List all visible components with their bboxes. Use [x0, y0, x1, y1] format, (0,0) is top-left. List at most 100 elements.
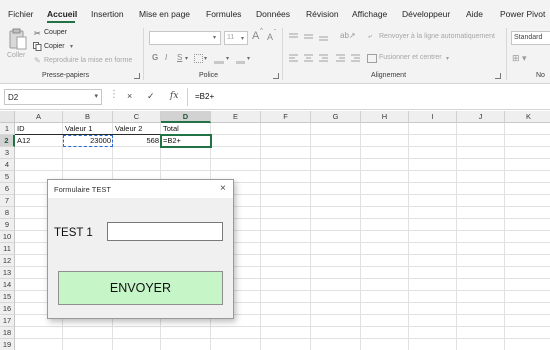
cancel-icon[interactable]: ×: [127, 91, 132, 101]
tab-mise-en-page[interactable]: Mise en page: [139, 9, 190, 19]
tab-insertion[interactable]: Insertion: [91, 9, 124, 19]
merge-dropdown-icon[interactable]: ▾: [446, 55, 449, 64]
cell-b1[interactable]: Valeur 1: [63, 123, 113, 135]
column-header-j[interactable]: J: [457, 111, 505, 123]
row-header-8[interactable]: 8: [0, 207, 15, 219]
test1-label: TEST 1: [54, 227, 93, 239]
italic-button[interactable]: I: [165, 53, 167, 62]
tab-accueil[interactable]: Accueil: [47, 9, 77, 19]
clipboard-launcher-icon[interactable]: [134, 73, 140, 79]
copy-dropdown-icon[interactable]: ▾: [70, 43, 73, 52]
column-header-i[interactable]: I: [409, 111, 457, 123]
row-header-9[interactable]: 9: [0, 219, 15, 231]
dialog-title-bar[interactable]: Formulaire TEST ×: [48, 180, 233, 198]
shrink-font-button[interactable]: A: [267, 32, 273, 42]
font-size-field[interactable]: 11 ▾: [224, 31, 248, 45]
row-header-19[interactable]: 19: [0, 339, 15, 350]
paste-button[interactable]: Coller: [6, 28, 30, 64]
formula-input[interactable]: =B2+: [191, 89, 547, 105]
cell-c2[interactable]: 568: [113, 135, 161, 147]
close-icon[interactable]: ×: [220, 183, 226, 194]
tab-aide[interactable]: Aide: [466, 9, 483, 19]
row-header-18[interactable]: 18: [0, 327, 15, 339]
row-header-15[interactable]: 15: [0, 291, 15, 303]
orientation-icon[interactable]: ab↗: [340, 31, 356, 40]
row-header-1[interactable]: 1: [0, 123, 15, 135]
font-name-dropdown-icon[interactable]: ▾: [213, 34, 216, 43]
row-header-17[interactable]: 17: [0, 315, 15, 327]
active-cell-border: [160, 134, 212, 148]
grow-font-button[interactable]: A: [252, 30, 259, 42]
row-header-3[interactable]: 3: [0, 147, 15, 159]
wrap-text-button[interactable]: Renvoyer à la ligne automatiquement: [379, 33, 495, 40]
format-painter-button[interactable]: Reproduire la mise en forme: [44, 57, 132, 64]
name-box[interactable]: D2 ▾: [4, 89, 102, 105]
bold-button[interactable]: G: [152, 53, 158, 62]
currency-format-icon[interactable]: ⊞ ▾: [512, 53, 527, 64]
tab-donnees[interactable]: Données: [256, 9, 290, 19]
cut-button[interactable]: Couper: [44, 29, 67, 36]
row-header-6[interactable]: 6: [0, 183, 15, 195]
column-header-f[interactable]: F: [261, 111, 311, 123]
row-header-12[interactable]: 12: [0, 255, 15, 267]
underline-button[interactable]: S: [177, 53, 182, 62]
horizontal-align-icons[interactable]: [288, 53, 362, 63]
underline-dropdown-icon[interactable]: ▾: [185, 55, 188, 64]
row-header-5[interactable]: 5: [0, 171, 15, 183]
row-header-14[interactable]: 14: [0, 279, 15, 291]
select-all-corner[interactable]: [0, 111, 15, 123]
cell-c1[interactable]: Valeur 2: [113, 123, 161, 135]
active-tab-indicator: [47, 21, 75, 23]
row-header-7[interactable]: 7: [0, 195, 15, 207]
formula-bar-grip-icon: ⋮: [109, 89, 119, 100]
row-header-2[interactable]: 2: [0, 135, 15, 147]
name-box-dropdown-icon[interactable]: ▾: [94, 92, 98, 100]
column-header-c[interactable]: C: [113, 111, 161, 123]
column-header-e[interactable]: E: [211, 111, 261, 123]
number-format-field[interactable]: Standard: [511, 31, 550, 45]
tab-affichage[interactable]: Affichage: [352, 9, 387, 19]
enter-icon[interactable]: ✓: [147, 91, 155, 102]
gridline: [15, 326, 550, 327]
copy-button[interactable]: Copier: [44, 43, 65, 50]
font-name-field[interactable]: [149, 31, 221, 45]
tab-power-pivot[interactable]: Power Pivot: [500, 9, 545, 19]
ribbon-separator: [282, 28, 283, 80]
row-header-13[interactable]: 13: [0, 267, 15, 279]
row-header-11[interactable]: 11: [0, 243, 15, 255]
ribbon-separator: [506, 28, 507, 80]
tab-fichier[interactable]: Fichier: [8, 9, 34, 19]
merge-center-icon: [367, 54, 377, 63]
alignment-launcher-icon[interactable]: [495, 73, 501, 79]
cell-b2[interactable]: 23000: [63, 135, 113, 147]
font-color-dropdown-icon[interactable]: ▾: [247, 55, 250, 64]
column-header-b[interactable]: B: [63, 111, 113, 123]
fill-color-dropdown-icon[interactable]: ▾: [226, 55, 229, 64]
insert-function-icon[interactable]: fx: [170, 91, 178, 101]
row-header-4[interactable]: 4: [0, 159, 15, 171]
cell-a1[interactable]: ID: [15, 123, 63, 135]
tab-formules[interactable]: Formules: [206, 9, 241, 19]
merge-center-button[interactable]: Fusionner et centrer: [379, 54, 442, 61]
borders-icon[interactable]: [194, 54, 203, 63]
column-header-k[interactable]: K: [505, 111, 550, 123]
column-header-h[interactable]: H: [361, 111, 409, 123]
column-header-a[interactable]: A: [15, 111, 63, 123]
test1-input[interactable]: [107, 222, 223, 241]
fill-color-icon[interactable]: [214, 54, 224, 64]
tab-revision[interactable]: Révision: [306, 9, 339, 19]
row-header-10[interactable]: 10: [0, 231, 15, 243]
font-launcher-icon[interactable]: [273, 73, 279, 79]
row-header-16[interactable]: 16: [0, 303, 15, 315]
cell-a2[interactable]: A12: [15, 135, 63, 147]
envoyer-button[interactable]: ENVOYER: [58, 271, 223, 305]
ribbon-separator: [143, 28, 144, 80]
column-header-d[interactable]: D: [161, 111, 211, 123]
borders-dropdown-icon[interactable]: ▾: [204, 55, 207, 64]
font-color-icon[interactable]: [236, 54, 245, 64]
tab-developpeur[interactable]: Développeur: [402, 9, 450, 19]
format-painter-icon: ✎: [34, 56, 41, 65]
column-header-g[interactable]: G: [311, 111, 361, 123]
gridline: [15, 338, 550, 339]
vertical-align-icons[interactable]: [288, 32, 332, 42]
